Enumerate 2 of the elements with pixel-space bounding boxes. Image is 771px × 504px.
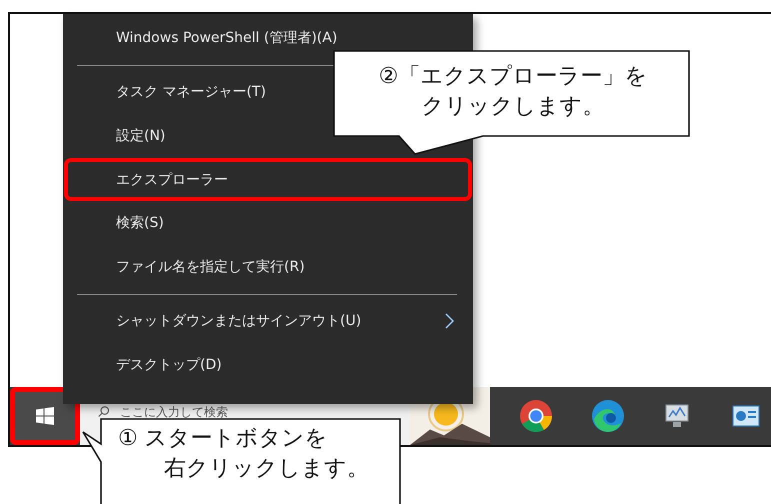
callout-text: ②「エクスプローラー」を クリックします。 (378, 63, 648, 121)
callout-text: ① スタートボタンを 右クリックします。 (118, 425, 370, 483)
